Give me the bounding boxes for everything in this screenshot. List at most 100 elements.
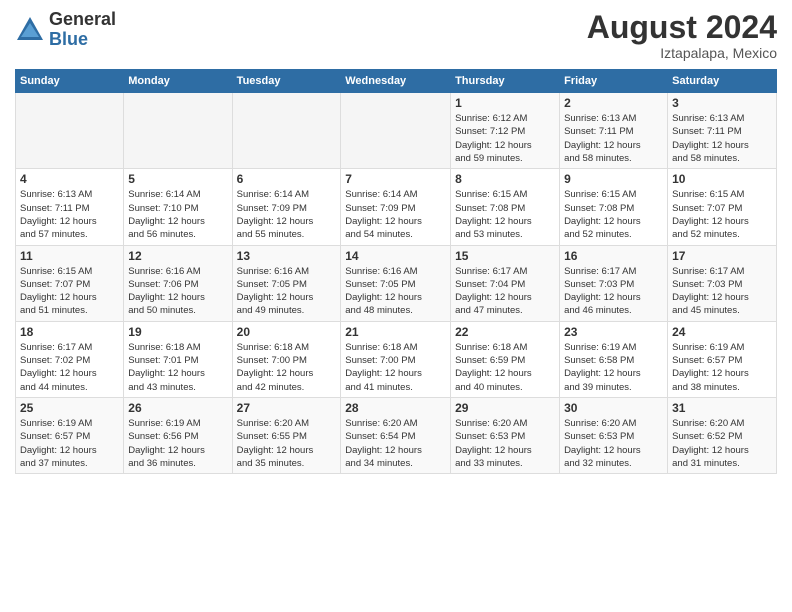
day-number: 3	[672, 96, 772, 110]
day-number: 8	[455, 172, 555, 186]
day-info: Sunrise: 6:16 AMSunset: 7:06 PMDaylight:…	[128, 265, 227, 318]
day-info: Sunrise: 6:13 AMSunset: 7:11 PMDaylight:…	[20, 188, 119, 241]
day-info: Sunrise: 6:18 AMSunset: 7:00 PMDaylight:…	[345, 341, 446, 394]
calendar-cell: 9 Sunrise: 6:15 AMSunset: 7:08 PMDaylight…	[560, 169, 668, 245]
day-number: 9	[564, 172, 663, 186]
calendar-week-row: 11 Sunrise: 6:15 AMSunset: 7:07 PMDayligh…	[16, 245, 777, 321]
logo: General Blue	[15, 10, 116, 50]
calendar-cell: 8Sunrise: 6:15 AMSunset: 7:08 PMDaylight…	[451, 169, 560, 245]
calendar-cell: 12 Sunrise: 6:16 AMSunset: 7:06 PMDayligh…	[124, 245, 232, 321]
day-number: 10	[672, 172, 772, 186]
day-info: Sunrise: 6:20 AMSunset: 6:53 PMDaylight:…	[455, 417, 555, 470]
logo-general: General	[49, 10, 116, 30]
day-info: Sunrise: 6:17 AMSunset: 7:03 PMDaylight:…	[564, 265, 663, 318]
day-number: 22	[455, 325, 555, 339]
day-number: 25	[20, 401, 119, 415]
day-number: 12	[128, 249, 227, 263]
header: General Blue August 2024 Iztapalapa, Mex…	[15, 10, 777, 61]
calendar-cell: 11 Sunrise: 6:15 AMSunset: 7:07 PMDayligh…	[16, 245, 124, 321]
day-info: Sunrise: 6:18 AMSunset: 6:59 PMDaylight:…	[455, 341, 555, 394]
day-info: Sunrise: 6:16 AMSunset: 7:05 PMDaylight:…	[237, 265, 337, 318]
day-number: 6	[237, 172, 337, 186]
day-info: Sunrise: 6:19 AMSunset: 6:58 PMDaylight:…	[564, 341, 663, 394]
day-info: Sunrise: 6:19 AMSunset: 6:56 PMDaylight:…	[128, 417, 227, 470]
logo-icon	[15, 15, 45, 45]
calendar-cell: 10 Sunrise: 6:15 AMSunset: 7:07 PMDayligh…	[668, 169, 777, 245]
weekday-header: Friday	[560, 70, 668, 93]
calendar-cell: 15Sunrise: 6:17 AMSunset: 7:04 PMDayligh…	[451, 245, 560, 321]
day-number: 16	[564, 249, 663, 263]
day-info: Sunrise: 6:17 AMSunset: 7:03 PMDaylight:…	[672, 265, 772, 318]
logo-text: General Blue	[49, 10, 116, 50]
calendar-table: SundayMondayTuesdayWednesdayThursdayFrid…	[15, 69, 777, 474]
weekday-header: Wednesday	[341, 70, 451, 93]
day-info: Sunrise: 6:15 AMSunset: 7:07 PMDaylight:…	[20, 265, 119, 318]
calendar-week-row: 1 Sunrise: 6:12 AMSunset: 7:12 PMDaylight…	[16, 93, 777, 169]
day-number: 29	[455, 401, 555, 415]
weekday-header: Tuesday	[232, 70, 341, 93]
day-info: Sunrise: 6:20 AMSunset: 6:55 PMDaylight:…	[237, 417, 337, 470]
calendar-cell: 25 Sunrise: 6:19 AMSunset: 6:57 PMDayligh…	[16, 397, 124, 473]
day-number: 17	[672, 249, 772, 263]
calendar-cell	[16, 93, 124, 169]
day-number: 18	[20, 325, 119, 339]
day-info: Sunrise: 6:13 AMSunset: 7:11 PMDaylight:…	[564, 112, 663, 165]
day-info: Sunrise: 6:12 AMSunset: 7:12 PMDaylight:…	[455, 112, 555, 165]
calendar-cell: 21 Sunrise: 6:18 AMSunset: 7:00 PMDayligh…	[341, 321, 451, 397]
month-year: August 2024	[587, 10, 777, 45]
day-info: Sunrise: 6:14 AMSunset: 7:10 PMDaylight:…	[128, 188, 227, 241]
calendar-week-row: 18 Sunrise: 6:17 AMSunset: 7:02 PMDayligh…	[16, 321, 777, 397]
calendar-header-row: SundayMondayTuesdayWednesdayThursdayFrid…	[16, 70, 777, 93]
calendar-week-row: 4 Sunrise: 6:13 AMSunset: 7:11 PMDaylight…	[16, 169, 777, 245]
day-info: Sunrise: 6:20 AMSunset: 6:54 PMDaylight:…	[345, 417, 446, 470]
day-number: 1	[455, 96, 555, 110]
day-number: 21	[345, 325, 446, 339]
calendar-cell: 17 Sunrise: 6:17 AMSunset: 7:03 PMDayligh…	[668, 245, 777, 321]
day-number: 2	[564, 96, 663, 110]
calendar-cell: 2 Sunrise: 6:13 AMSunset: 7:11 PMDaylight…	[560, 93, 668, 169]
calendar-cell: 20Sunrise: 6:18 AMSunset: 7:00 PMDayligh…	[232, 321, 341, 397]
day-number: 5	[128, 172, 227, 186]
calendar-cell: 30 Sunrise: 6:20 AMSunset: 6:53 PMDayligh…	[560, 397, 668, 473]
day-info: Sunrise: 6:13 AMSunset: 7:11 PMDaylight:…	[672, 112, 772, 165]
calendar-cell: 5 Sunrise: 6:14 AMSunset: 7:10 PMDaylight…	[124, 169, 232, 245]
day-info: Sunrise: 6:19 AMSunset: 6:57 PMDaylight:…	[672, 341, 772, 394]
day-info: Sunrise: 6:15 AMSunset: 7:08 PMDaylight:…	[564, 188, 663, 241]
calendar-cell	[232, 93, 341, 169]
location: Iztapalapa, Mexico	[587, 45, 777, 61]
day-number: 11	[20, 249, 119, 263]
day-info: Sunrise: 6:16 AMSunset: 7:05 PMDaylight:…	[345, 265, 446, 318]
day-number: 28	[345, 401, 446, 415]
day-number: 14	[345, 249, 446, 263]
calendar-cell: 31 Sunrise: 6:20 AMSunset: 6:52 PMDayligh…	[668, 397, 777, 473]
weekday-header: Thursday	[451, 70, 560, 93]
title-block: August 2024 Iztapalapa, Mexico	[587, 10, 777, 61]
calendar-cell: 19Sunrise: 6:18 AMSunset: 7:01 PMDayligh…	[124, 321, 232, 397]
day-number: 30	[564, 401, 663, 415]
calendar-cell: 1 Sunrise: 6:12 AMSunset: 7:12 PMDaylight…	[451, 93, 560, 169]
calendar-cell: 27 Sunrise: 6:20 AMSunset: 6:55 PMDayligh…	[232, 397, 341, 473]
calendar-cell: 16 Sunrise: 6:17 AMSunset: 7:03 PMDayligh…	[560, 245, 668, 321]
calendar-cell: 7Sunrise: 6:14 AMSunset: 7:09 PMDaylight…	[341, 169, 451, 245]
day-info: Sunrise: 6:19 AMSunset: 6:57 PMDaylight:…	[20, 417, 119, 470]
day-info: Sunrise: 6:20 AMSunset: 6:53 PMDaylight:…	[564, 417, 663, 470]
calendar-cell: 4 Sunrise: 6:13 AMSunset: 7:11 PMDaylight…	[16, 169, 124, 245]
day-info: Sunrise: 6:14 AMSunset: 7:09 PMDaylight:…	[345, 188, 446, 241]
day-info: Sunrise: 6:17 AMSunset: 7:02 PMDaylight:…	[20, 341, 119, 394]
day-number: 27	[237, 401, 337, 415]
calendar-cell: 6 Sunrise: 6:14 AMSunset: 7:09 PMDaylight…	[232, 169, 341, 245]
calendar-cell: 24Sunrise: 6:19 AMSunset: 6:57 PMDayligh…	[668, 321, 777, 397]
day-number: 31	[672, 401, 772, 415]
weekday-header: Sunday	[16, 70, 124, 93]
day-info: Sunrise: 6:15 AMSunset: 7:07 PMDaylight:…	[672, 188, 772, 241]
day-number: 4	[20, 172, 119, 186]
weekday-header: Saturday	[668, 70, 777, 93]
calendar-cell: 13 Sunrise: 6:16 AMSunset: 7:05 PMDayligh…	[232, 245, 341, 321]
day-info: Sunrise: 6:14 AMSunset: 7:09 PMDaylight:…	[237, 188, 337, 241]
calendar-cell: 29 Sunrise: 6:20 AMSunset: 6:53 PMDayligh…	[451, 397, 560, 473]
day-number: 26	[128, 401, 227, 415]
day-info: Sunrise: 6:18 AMSunset: 7:01 PMDaylight:…	[128, 341, 227, 394]
day-info: Sunrise: 6:20 AMSunset: 6:52 PMDaylight:…	[672, 417, 772, 470]
day-number: 13	[237, 249, 337, 263]
day-number: 23	[564, 325, 663, 339]
